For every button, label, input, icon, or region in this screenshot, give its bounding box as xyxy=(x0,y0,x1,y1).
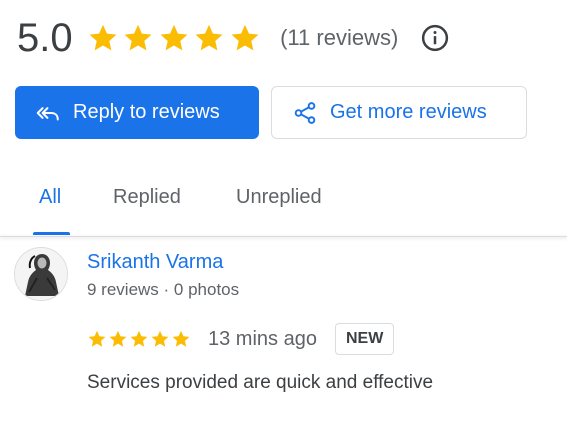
reviewer-name[interactable]: Srikanth Varma xyxy=(87,251,223,274)
star-icon xyxy=(89,24,117,51)
review-text: Services provided are quick and effectiv… xyxy=(87,372,434,393)
review-time: 13 mins ago xyxy=(208,327,317,350)
rating-stars xyxy=(87,22,265,54)
star-icon xyxy=(151,330,169,347)
tab-replied[interactable]: Replied xyxy=(113,186,181,209)
new-badge: NEW xyxy=(334,323,395,355)
get-more-reviews-button[interactable]: Get more reviews xyxy=(271,86,527,139)
avatar-illustration xyxy=(15,248,67,300)
reviewer-meta: 9 reviews · 0 photos xyxy=(87,280,240,299)
review-count: (11 reviews) xyxy=(280,25,399,50)
reply-to-reviews-label: Reply to reviews xyxy=(73,101,220,123)
star-icon xyxy=(172,330,190,347)
review-stars xyxy=(87,329,192,349)
tabs-divider xyxy=(0,236,567,237)
rating-summary: 5.0 (11 reviews) xyxy=(17,14,450,62)
avatar[interactable] xyxy=(14,247,68,301)
star-icon xyxy=(109,330,127,347)
tab-all[interactable]: All xyxy=(39,186,61,209)
star-icon xyxy=(231,24,259,51)
star-icon xyxy=(88,330,106,347)
review-rating-row: 13 mins ago NEW xyxy=(87,322,395,356)
star-icon xyxy=(130,330,148,347)
share-icon xyxy=(294,101,316,124)
rating-score: 5.0 xyxy=(17,15,73,60)
reply-all-icon xyxy=(36,106,59,120)
star-icon xyxy=(195,24,223,51)
star-icon xyxy=(124,24,152,51)
info-icon[interactable] xyxy=(420,23,450,53)
active-tab-indicator xyxy=(33,232,70,235)
review-filter-tabs: All Replied Unreplied xyxy=(0,168,567,236)
get-more-reviews-label: Get more reviews xyxy=(330,101,487,123)
tab-unreplied[interactable]: Unreplied xyxy=(236,186,322,209)
reply-to-reviews-button[interactable]: Reply to reviews xyxy=(15,86,259,139)
star-icon xyxy=(160,24,188,51)
